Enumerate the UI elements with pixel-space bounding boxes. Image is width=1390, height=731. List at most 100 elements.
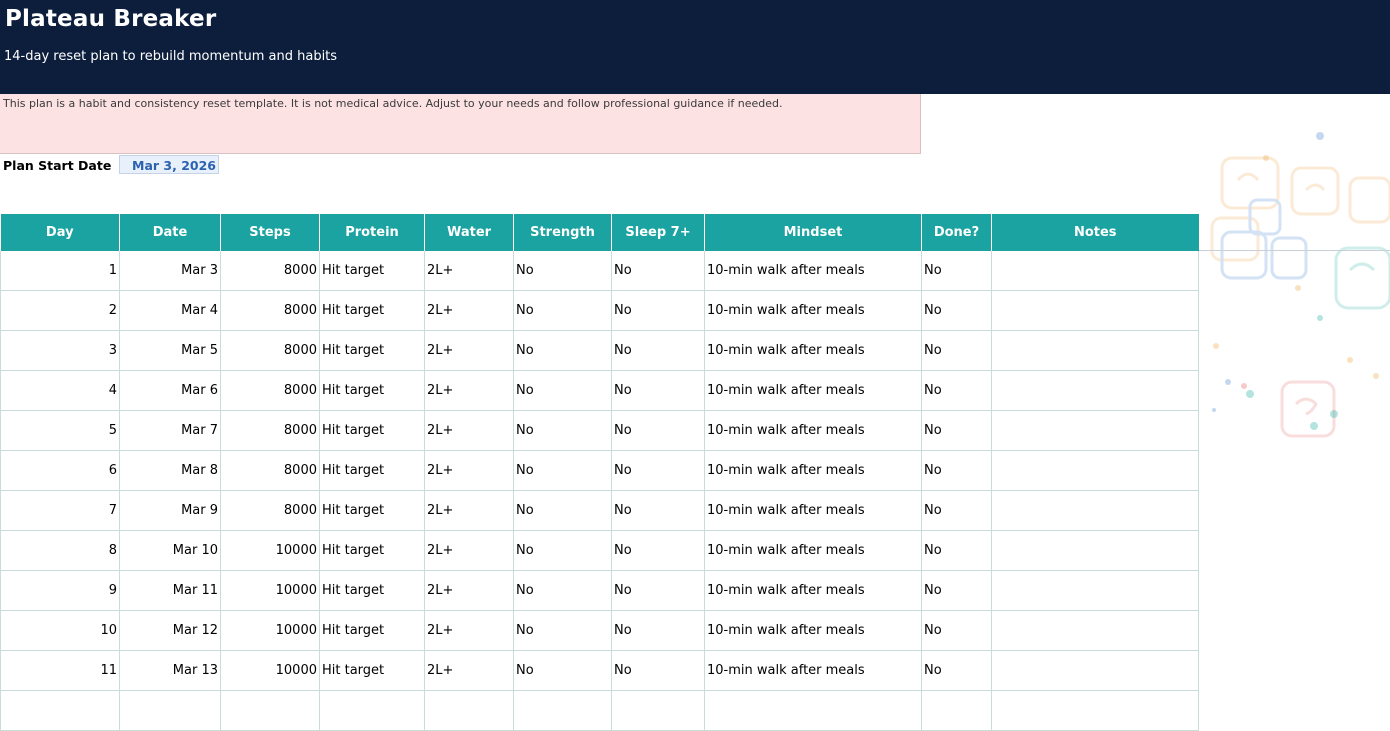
done-cell[interactable]: No — [921, 490, 992, 531]
strength-cell[interactable]: No — [513, 330, 612, 371]
date-cell[interactable]: Mar 3 — [119, 251, 221, 291]
strength-cell[interactable]: No — [513, 290, 612, 331]
date-cell[interactable]: Mar 4 — [119, 290, 221, 331]
day-cell[interactable]: 8 — [0, 530, 120, 571]
notes-cell[interactable] — [991, 330, 1199, 371]
mindset-cell[interactable]: 10-min walk after meals — [704, 450, 922, 491]
mindset-cell[interactable]: 10-min walk after meals — [704, 410, 922, 451]
notes-cell[interactable] — [991, 530, 1199, 571]
date-cell[interactable]: Mar 6 — [119, 370, 221, 411]
steps-cell[interactable]: 8000 — [220, 490, 320, 531]
sleep-cell[interactable]: No — [611, 251, 705, 291]
protein-cell[interactable]: Hit target — [319, 490, 425, 531]
strength-cell[interactable]: No — [513, 410, 612, 451]
date-cell[interactable]: Mar 8 — [119, 450, 221, 491]
strength-cell[interactable]: No — [513, 650, 612, 691]
mindset-cell[interactable]: 10-min walk after meals — [704, 330, 922, 371]
disclaimer-box[interactable]: This plan is a habit and consistency res… — [0, 94, 921, 154]
strength-cell[interactable]: No — [513, 450, 612, 491]
mindset-cell[interactable]: 10-min walk after meals — [704, 490, 922, 531]
date-cell[interactable]: Mar 9 — [119, 490, 221, 531]
column-header-protein[interactable]: Protein — [319, 214, 425, 251]
column-header-mindset[interactable]: Mindset — [704, 214, 922, 251]
strength-cell[interactable]: No — [513, 370, 612, 411]
done-cell[interactable]: No — [921, 570, 992, 611]
done-cell[interactable]: No — [921, 290, 992, 331]
column-header-water[interactable]: Water — [424, 214, 514, 251]
done-cell[interactable]: No — [921, 251, 992, 291]
water-cell[interactable]: 2L+ — [424, 610, 514, 651]
water-cell[interactable]: 2L+ — [424, 450, 514, 491]
date-cell[interactable]: Mar 5 — [119, 330, 221, 371]
notes-cell[interactable] — [991, 490, 1199, 531]
sleep-cell[interactable]: No — [611, 490, 705, 531]
date-cell[interactable]: Mar 10 — [119, 530, 221, 571]
done-cell[interactable]: No — [921, 450, 992, 491]
water-cell[interactable]: 2L+ — [424, 650, 514, 691]
notes-cell[interactable] — [991, 570, 1199, 611]
sleep-cell[interactable]: No — [611, 650, 705, 691]
strength-cell[interactable]: No — [513, 530, 612, 571]
steps-cell[interactable]: 8000 — [220, 450, 320, 491]
steps-cell[interactable]: 8000 — [220, 370, 320, 411]
done-cell[interactable]: No — [921, 650, 992, 691]
sleep-cell[interactable]: No — [611, 330, 705, 371]
done-cell[interactable]: No — [921, 370, 992, 411]
protein-cell[interactable]: Hit target — [319, 330, 425, 371]
water-cell[interactable]: 2L+ — [424, 490, 514, 531]
protein-cell[interactable]: Hit target — [319, 251, 425, 291]
mindset-cell[interactable]: 10-min walk after meals — [704, 650, 922, 691]
mindset-cell[interactable]: 10-min walk after meals — [704, 570, 922, 611]
protein-cell[interactable]: Hit target — [319, 290, 425, 331]
sleep-cell[interactable]: No — [611, 450, 705, 491]
mindset-cell[interactable]: 10-min walk after meals — [704, 290, 922, 331]
steps-cell[interactable]: 10000 — [220, 570, 320, 611]
mindset-cell[interactable]: 10-min walk after meals — [704, 530, 922, 571]
column-header-sleep[interactable]: Sleep 7+ — [611, 214, 705, 251]
protein-cell[interactable]: Hit target — [319, 410, 425, 451]
sleep-cell[interactable]: No — [611, 570, 705, 611]
water-cell[interactable]: 2L+ — [424, 410, 514, 451]
mindset-cell[interactable]: 10-min walk after meals — [704, 610, 922, 651]
sleep-cell[interactable]: No — [611, 410, 705, 451]
notes-cell[interactable] — [991, 450, 1199, 491]
column-header-strength[interactable]: Strength — [513, 214, 612, 251]
steps-cell[interactable]: 10000 — [220, 610, 320, 651]
column-header-steps[interactable]: Steps — [220, 214, 320, 251]
column-header-day[interactable]: Day — [0, 214, 120, 251]
mindset-cell[interactable]: 10-min walk after meals — [704, 251, 922, 291]
water-cell[interactable]: 2L+ — [424, 330, 514, 371]
date-cell[interactable]: Mar 11 — [119, 570, 221, 611]
strength-cell[interactable]: No — [513, 570, 612, 611]
day-cell[interactable]: 10 — [0, 610, 120, 651]
day-cell[interactable]: 4 — [0, 370, 120, 411]
day-cell[interactable]: 11 — [0, 650, 120, 691]
notes-cell[interactable] — [991, 370, 1199, 411]
column-header-notes[interactable]: Notes — [991, 214, 1199, 251]
date-cell[interactable]: Mar 12 — [119, 610, 221, 651]
day-cell[interactable]: 9 — [0, 570, 120, 611]
day-cell[interactable]: 5 — [0, 410, 120, 451]
date-cell[interactable]: Mar 13 — [119, 650, 221, 691]
notes-cell[interactable] — [991, 650, 1199, 691]
water-cell[interactable]: 2L+ — [424, 370, 514, 411]
column-header-date[interactable]: Date — [119, 214, 221, 251]
steps-cell[interactable]: 10000 — [220, 530, 320, 571]
day-cell[interactable]: 3 — [0, 330, 120, 371]
done-cell[interactable]: No — [921, 410, 992, 451]
notes-cell[interactable] — [991, 410, 1199, 451]
column-header-done[interactable]: Done? — [921, 214, 992, 251]
water-cell[interactable]: 2L+ — [424, 530, 514, 571]
steps-cell[interactable]: 10000 — [220, 650, 320, 691]
water-cell[interactable]: 2L+ — [424, 251, 514, 291]
steps-cell[interactable]: 8000 — [220, 410, 320, 451]
strength-cell[interactable]: No — [513, 251, 612, 291]
protein-cell[interactable]: Hit target — [319, 530, 425, 571]
notes-cell[interactable] — [991, 251, 1199, 291]
protein-cell[interactable]: Hit target — [319, 450, 425, 491]
sleep-cell[interactable]: No — [611, 530, 705, 571]
water-cell[interactable]: 2L+ — [424, 290, 514, 331]
protein-cell[interactable]: Hit target — [319, 650, 425, 691]
day-cell[interactable]: 1 — [0, 251, 120, 291]
water-cell[interactable]: 2L+ — [424, 570, 514, 611]
